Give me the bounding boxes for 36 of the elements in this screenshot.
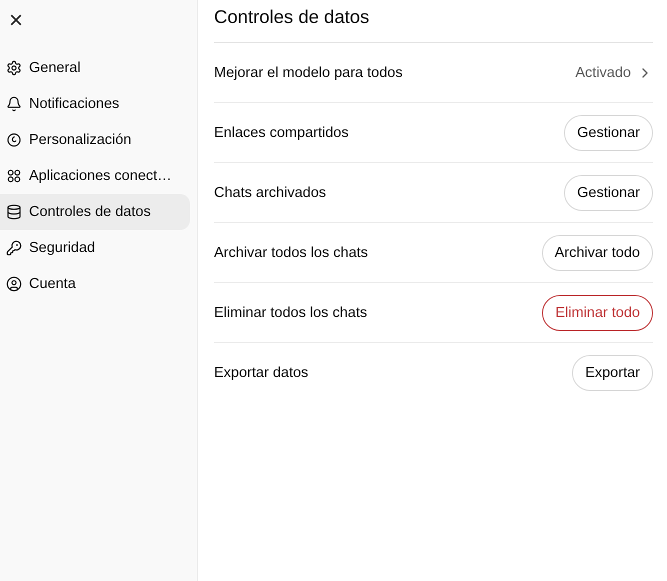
sidebar-item-label: Seguridad xyxy=(29,240,96,256)
setting-label: Archivar todos los chats xyxy=(214,244,368,260)
sidebar-item-label: Aplicaciones conect… xyxy=(29,168,172,184)
setting-label: Exportar datos xyxy=(214,364,308,380)
sidebar-item-label: Controles de datos xyxy=(29,204,151,220)
circles-icon xyxy=(6,168,22,184)
sidebar-item-label: General xyxy=(29,60,81,76)
setting-value-link[interactable]: Activado xyxy=(575,64,653,80)
sidebar-item[interactable]: Cuenta xyxy=(0,266,190,302)
database-icon xyxy=(6,204,22,220)
setting-label: Mejorar el modelo para todos xyxy=(214,64,403,80)
setting-label: Eliminar todos los chats xyxy=(214,304,368,320)
setting-label: Enlaces compartidos xyxy=(214,124,349,140)
sidebar-item[interactable]: Aplicaciones conect… xyxy=(0,158,190,194)
action-button[interactable]: Exportar xyxy=(572,354,653,390)
action-button[interactable]: Archivar todo xyxy=(542,234,653,270)
user-icon xyxy=(6,276,22,292)
sidebar-item[interactable]: Controles de datos xyxy=(0,194,190,230)
sidebar-item[interactable]: Seguridad xyxy=(0,230,190,266)
swirl-icon xyxy=(6,132,22,148)
delete-button[interactable]: Eliminar todo xyxy=(542,294,653,330)
setting-label: Chats archivados xyxy=(214,184,326,200)
gear-icon xyxy=(6,60,22,76)
sidebar-item[interactable]: Personalización xyxy=(0,122,190,158)
key-icon xyxy=(6,240,22,256)
sidebar-item-label: Personalización xyxy=(29,132,132,148)
close-button[interactable]: × xyxy=(6,10,26,32)
sidebar-item[interactable]: Notificaciones xyxy=(0,86,190,122)
bell-icon xyxy=(6,96,22,112)
action-button[interactable]: Gestionar xyxy=(564,114,653,150)
sidebar-item[interactable]: General xyxy=(0,50,190,86)
sidebar-item-label: Cuenta xyxy=(29,276,76,292)
page-title: Controles de datos xyxy=(214,6,653,43)
action-button[interactable]: Gestionar xyxy=(564,174,653,210)
setting-value: Activado xyxy=(575,64,631,80)
sidebar-item-label: Notificaciones xyxy=(29,96,120,112)
